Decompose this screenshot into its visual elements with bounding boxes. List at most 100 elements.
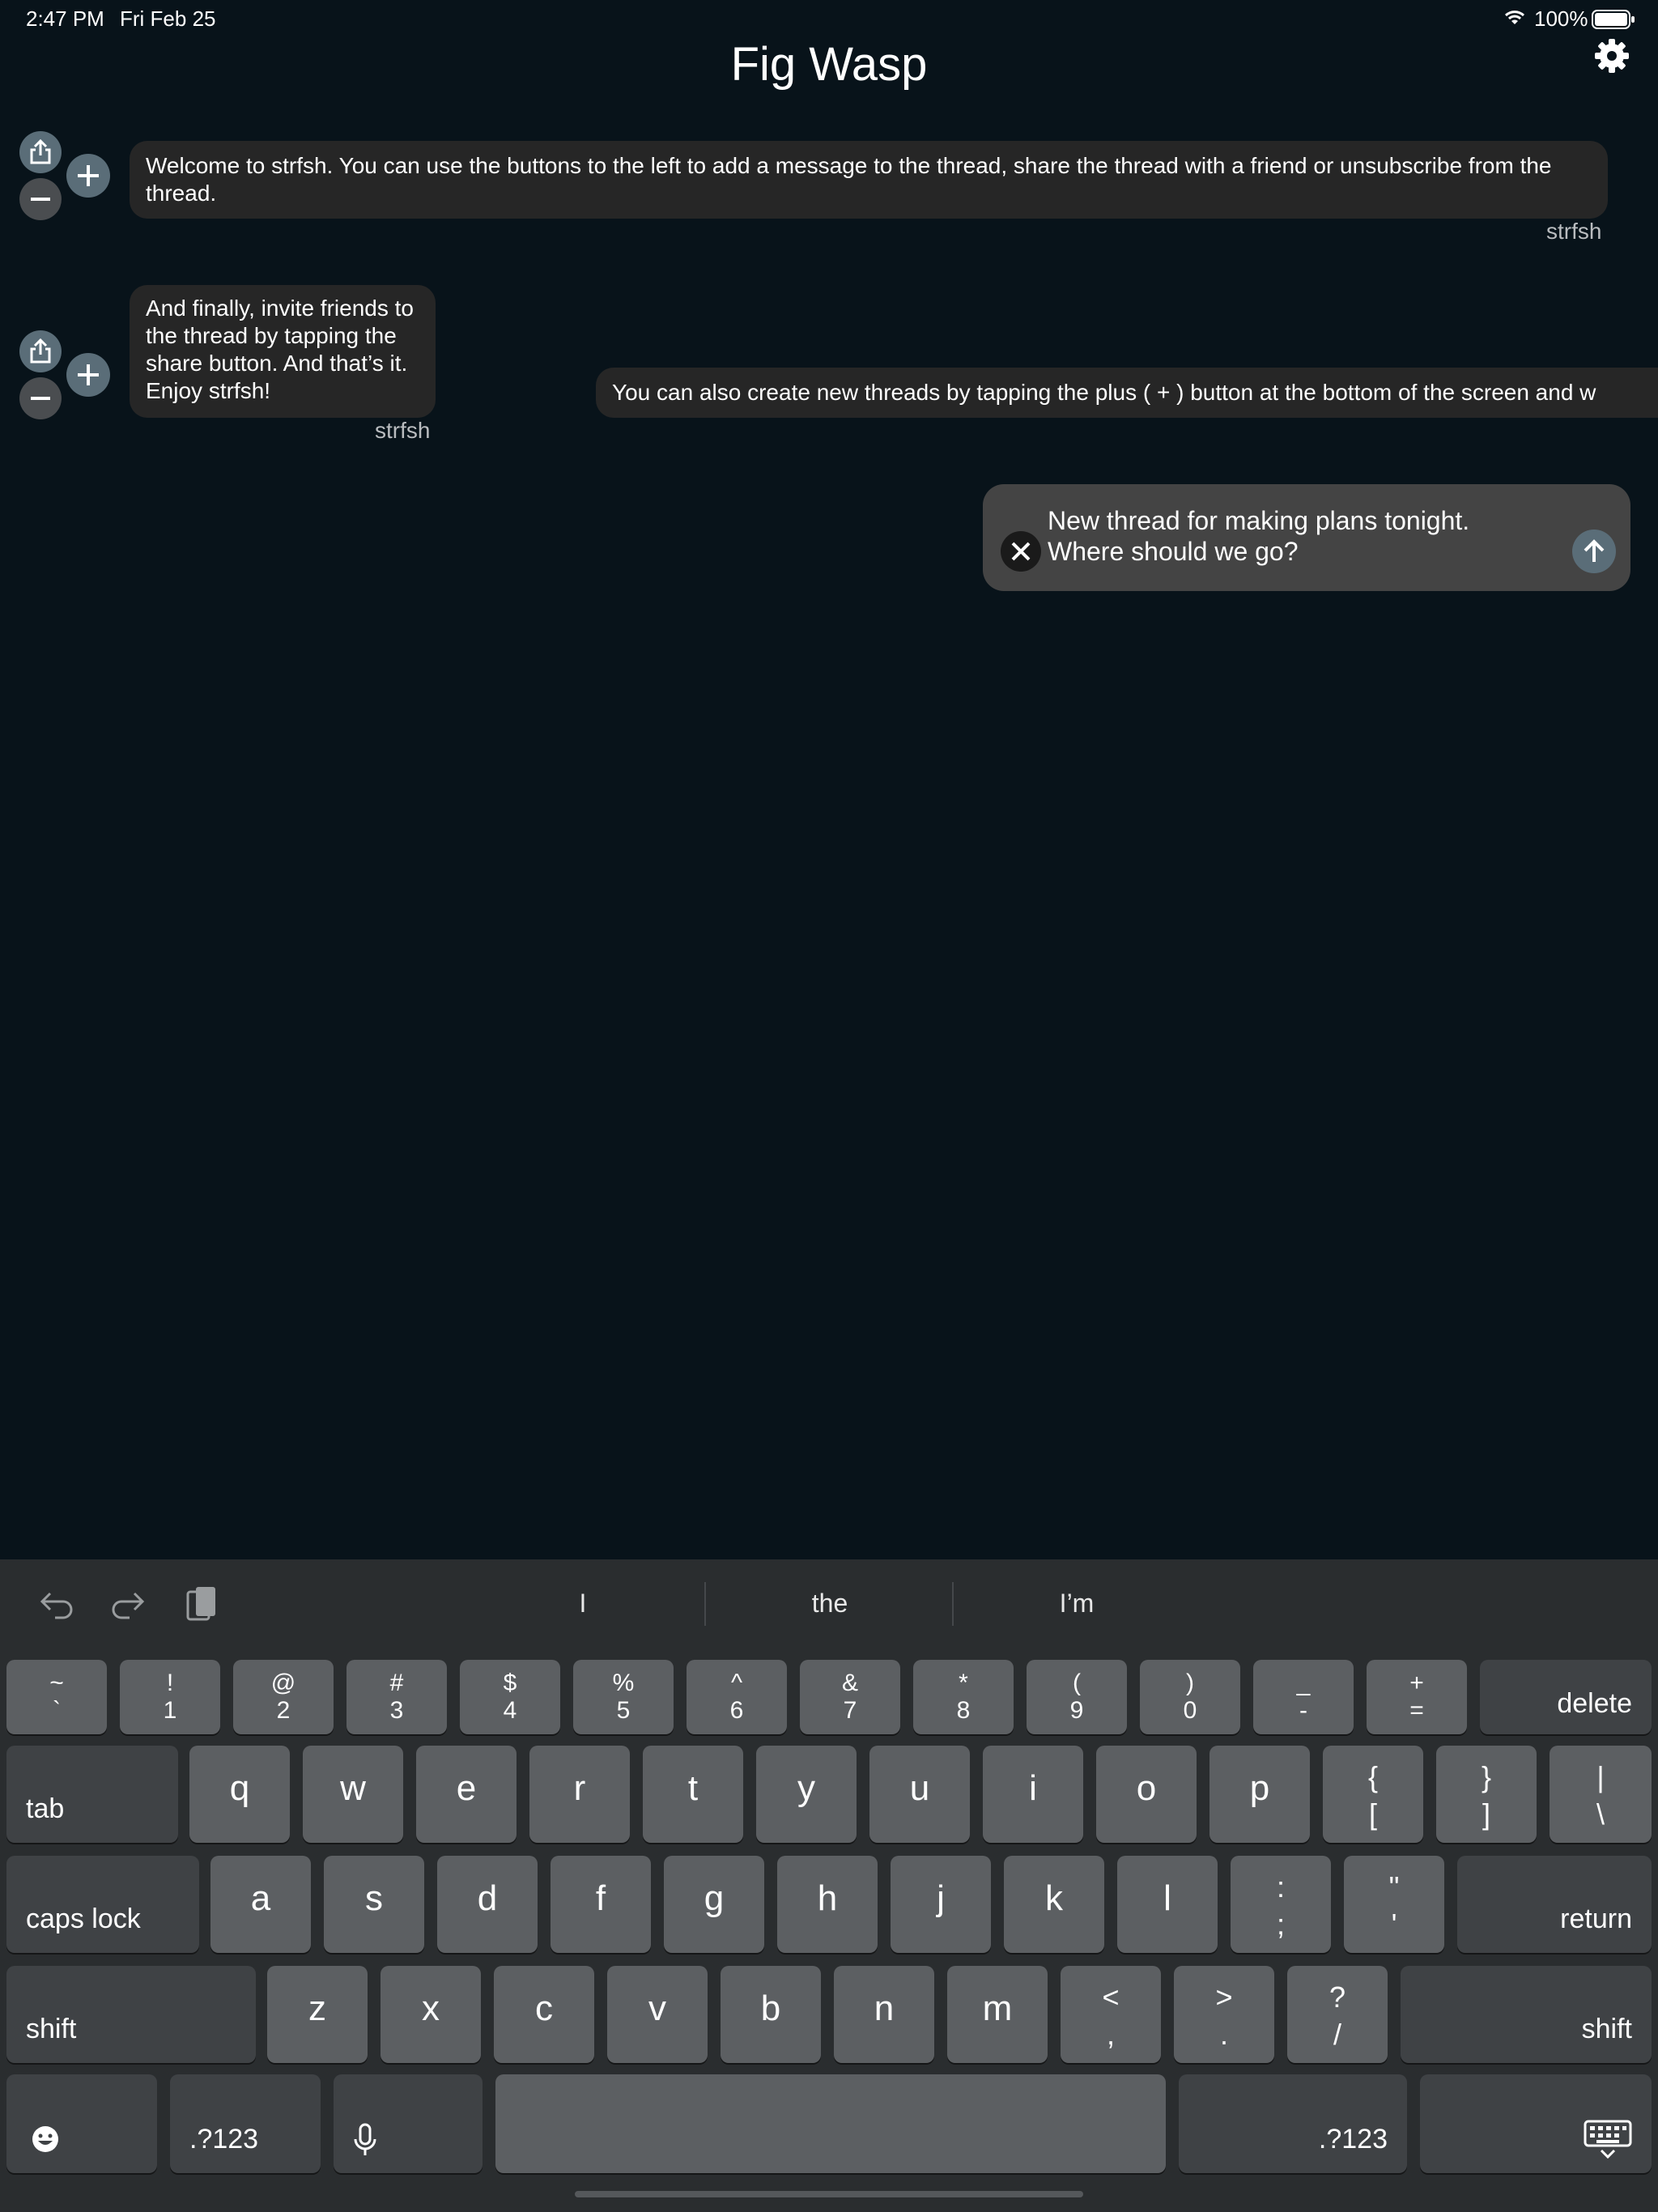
message-bubble: Welcome to strfsh. You can use the butto… — [130, 141, 1608, 219]
arrow-up-icon — [1584, 539, 1605, 562]
key-j[interactable]: j — [891, 1856, 991, 1953]
message-bubble: You can also create new threads by tappi… — [596, 368, 1658, 418]
message-author: strfsh — [375, 418, 431, 443]
gear-icon[interactable] — [1593, 37, 1630, 74]
wifi-icon — [1503, 8, 1527, 28]
key-a[interactable]: a — [210, 1856, 311, 1953]
clear-button[interactable] — [1001, 531, 1041, 572]
unsubscribe-button[interactable] — [19, 178, 62, 220]
key-comma[interactable]: <, — [1061, 1966, 1161, 2063]
paste-icon[interactable] — [185, 1584, 220, 1624]
emoji-icon — [32, 2126, 58, 2152]
key-4[interactable]: $4 — [460, 1660, 560, 1734]
numbers-key-right[interactable]: .?123 — [1179, 2074, 1407, 2173]
key-bracket-left[interactable]: {[ — [1323, 1746, 1423, 1843]
shift-key-left[interactable]: shift — [6, 1966, 256, 2063]
key-w[interactable]: w — [303, 1746, 403, 1843]
send-button[interactable] — [1572, 530, 1616, 573]
key-c[interactable]: c — [494, 1966, 594, 2063]
key-equals[interactable]: + = — [1367, 1660, 1467, 1734]
message-text: You can also create new threads by tappi… — [612, 380, 1596, 405]
key-d[interactable]: d — [437, 1856, 538, 1953]
key-l[interactable]: l — [1117, 1856, 1218, 1953]
key-b[interactable]: b — [721, 1966, 821, 2063]
suggestion[interactable]: I’m — [1028, 1589, 1125, 1619]
key-tilde[interactable]: ~ ` — [6, 1660, 107, 1734]
add-message-button[interactable] — [66, 154, 110, 198]
key-slash[interactable]: ? / — [1287, 1966, 1388, 2063]
key-v[interactable]: v — [607, 1966, 708, 2063]
key-u[interactable]: u — [869, 1746, 970, 1843]
key-o[interactable]: o — [1096, 1746, 1197, 1843]
key-g[interactable]: g — [664, 1856, 764, 1953]
suggestion[interactable]: the — [777, 1589, 882, 1619]
status-date: Fri Feb 25 — [120, 6, 216, 31]
battery-icon — [1592, 10, 1635, 29]
caps-lock-key[interactable]: caps lock — [6, 1856, 199, 1953]
battery-percent: 100% — [1534, 6, 1588, 31]
key-2[interactable]: @2 — [233, 1660, 334, 1734]
tab-key[interactable]: tab — [6, 1746, 178, 1843]
key-minus[interactable]: _ - — [1253, 1660, 1354, 1734]
numbers-key-left[interactable]: .?123 — [170, 2074, 321, 2173]
message-text: And finally, invite friends to the threa… — [146, 296, 414, 403]
key-t[interactable]: t — [643, 1746, 743, 1843]
message-bubble: And finally, invite friends to the threa… — [130, 285, 436, 418]
share-thread-button[interactable] — [19, 131, 62, 173]
shift-key-right[interactable]: shift — [1401, 1966, 1652, 2063]
key-6[interactable]: ^ 6 — [687, 1660, 787, 1734]
microphone-key[interactable] — [334, 2074, 483, 2173]
plus-icon — [78, 364, 99, 385]
share-icon — [30, 338, 51, 364]
close-icon — [1011, 542, 1031, 561]
share-thread-button[interactable] — [19, 330, 62, 372]
key-h[interactable]: h — [777, 1856, 878, 1953]
key-r[interactable]: r — [529, 1746, 630, 1843]
key-period[interactable]: >. — [1174, 1966, 1274, 2063]
minus-icon — [31, 198, 50, 201]
key-1[interactable]: ! 1 — [120, 1660, 220, 1734]
key-8[interactable]: * 8 — [913, 1660, 1014, 1734]
key-e[interactable]: e — [416, 1746, 517, 1843]
key-0[interactable]: ) 0 — [1140, 1660, 1240, 1734]
return-key[interactable]: return — [1457, 1856, 1652, 1953]
emoji-key[interactable] — [6, 2074, 157, 2173]
space-key[interactable] — [495, 2074, 1166, 2173]
dismiss-keyboard-key[interactable] — [1420, 2074, 1652, 2173]
suggestion-divider — [952, 1582, 954, 1626]
unsubscribe-button[interactable] — [19, 377, 62, 419]
suggestion-divider — [704, 1582, 706, 1626]
key-m[interactable]: m — [947, 1966, 1048, 2063]
key-q[interactable]: q — [189, 1746, 290, 1843]
status-time: 2:47 PM — [26, 6, 104, 31]
key-semicolon[interactable]: :; — [1231, 1856, 1331, 1953]
key-x[interactable]: x — [380, 1966, 481, 2063]
suggestion[interactable]: I — [567, 1589, 599, 1619]
key-i[interactable]: i — [983, 1746, 1083, 1843]
home-indicator — [575, 2191, 1083, 2197]
key-s[interactable]: s — [324, 1856, 424, 1953]
keyboard-dismiss-icon — [1584, 2120, 1632, 2159]
key-f[interactable]: f — [551, 1856, 651, 1953]
compose-box[interactable]: New thread for making plans tonight. Whe… — [983, 484, 1630, 591]
compose-input[interactable]: New thread for making plans tonight. Whe… — [1048, 505, 1533, 567]
plus-icon — [78, 165, 99, 186]
delete-key[interactable]: delete — [1480, 1660, 1652, 1734]
minus-icon — [31, 397, 50, 400]
key-quote[interactable]: " ' — [1344, 1856, 1444, 1953]
key-backslash[interactable]: | \ — [1550, 1746, 1652, 1843]
key-5[interactable]: % 5 — [573, 1660, 674, 1734]
key-p[interactable]: p — [1209, 1746, 1310, 1843]
microphone-icon — [354, 2123, 376, 2155]
key-y[interactable]: y — [756, 1746, 857, 1843]
key-3[interactable]: #3 — [346, 1660, 447, 1734]
redo-icon[interactable] — [110, 1589, 146, 1624]
key-k[interactable]: k — [1004, 1856, 1104, 1953]
undo-icon[interactable] — [39, 1589, 74, 1624]
key-bracket-right[interactable]: }] — [1436, 1746, 1537, 1843]
add-message-button[interactable] — [66, 353, 110, 397]
key-z[interactable]: z — [267, 1966, 368, 2063]
key-9[interactable]: (9 — [1027, 1660, 1127, 1734]
key-7[interactable]: & 7 — [800, 1660, 900, 1734]
key-n[interactable]: n — [834, 1966, 934, 2063]
